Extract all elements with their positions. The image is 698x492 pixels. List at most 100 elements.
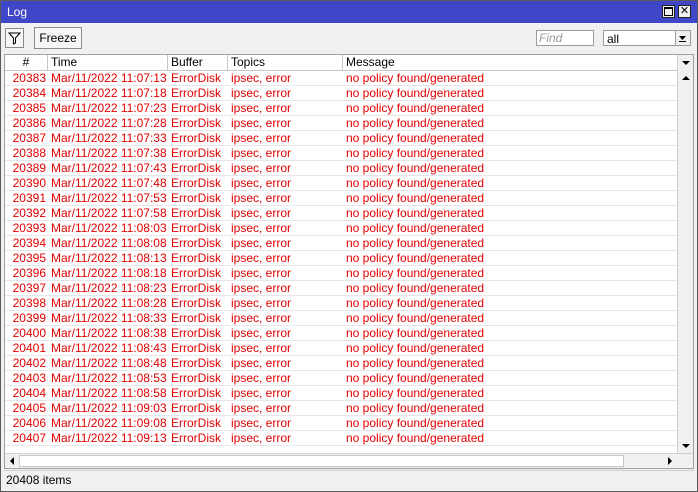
- horizontal-scroll-thumb[interactable]: [19, 455, 624, 467]
- horizontal-scrollbar[interactable]: [5, 453, 693, 468]
- column-header-message[interactable]: Message: [343, 55, 677, 70]
- cell-message: no policy found/generated: [346, 116, 485, 130]
- table-row[interactable]: 20399 Mar/11/2022 11:08:33 ErrorDisk ipsec,…: [5, 311, 677, 326]
- dropdown-arrow-icon[interactable]: [675, 31, 690, 45]
- cell-time: Mar/11/2022 11:07:18: [51, 86, 167, 100]
- cell-message: no policy found/generated: [346, 191, 485, 205]
- title-bar[interactable]: Log ✕: [1, 1, 697, 23]
- cell-message: no policy found/generated: [346, 266, 485, 280]
- cell-message: no policy found/generated: [346, 251, 485, 265]
- table-row[interactable]: 20386 Mar/11/2022 11:07:28 ErrorDisk ipsec,…: [5, 116, 677, 131]
- cell-message: no policy found/generated: [346, 176, 485, 190]
- cell-time: Mar/11/2022 11:08:18: [51, 266, 167, 280]
- table-row[interactable]: 20391 Mar/11/2022 11:07:53 ErrorDisk ipsec,…: [5, 191, 677, 206]
- table-row[interactable]: 20398 Mar/11/2022 11:08:28 ErrorDisk ipsec,…: [5, 296, 677, 311]
- cell-message: no policy found/generated: [346, 236, 485, 250]
- cell-time: Mar/11/2022 11:08:23: [51, 281, 167, 295]
- window-title: Log: [7, 5, 28, 19]
- cell-time: Mar/11/2022 11:07:33: [51, 131, 167, 145]
- table-header: # Time Buffer Topics Message: [5, 55, 677, 71]
- table-row[interactable]: 20395 Mar/11/2022 11:08:13 ErrorDisk ipsec,…: [5, 251, 677, 266]
- scroll-right-icon[interactable]: [663, 454, 677, 468]
- cell-message: no policy found/generated: [346, 326, 485, 340]
- cell-message: no policy found/generated: [346, 161, 485, 175]
- vertical-scrollbar[interactable]: [677, 55, 693, 453]
- cell-num: 20397: [12, 281, 46, 295]
- table-row[interactable]: 20404 Mar/11/2022 11:08:58 ErrorDisk ipsec,…: [5, 386, 677, 401]
- vertical-scroll-thumb[interactable]: [679, 85, 692, 437]
- cell-buffer: ErrorDisk: [171, 356, 221, 370]
- cell-buffer: ErrorDisk: [171, 311, 221, 325]
- cell-message: no policy found/generated: [346, 71, 485, 85]
- cell-topics: ipsec, error: [231, 386, 292, 400]
- find-input[interactable]: [536, 30, 594, 46]
- column-header-buffer[interactable]: Buffer: [168, 55, 228, 70]
- cell-topics: ipsec, error: [231, 311, 292, 325]
- cell-num: 20400: [12, 326, 46, 340]
- cell-buffer: ErrorDisk: [171, 401, 221, 415]
- close-icon[interactable]: ✕: [678, 5, 691, 18]
- cell-time: Mar/11/2022 11:08:08: [51, 236, 167, 250]
- table-row[interactable]: 20393 Mar/11/2022 11:08:03 ErrorDisk ipsec,…: [5, 221, 677, 236]
- cell-time: Mar/11/2022 11:07:23: [51, 101, 167, 115]
- cell-num: 20399: [12, 311, 46, 325]
- table-row[interactable]: 20389 Mar/11/2022 11:07:43 ErrorDisk ipsec,…: [5, 161, 677, 176]
- table-row[interactable]: 20405 Mar/11/2022 11:09:03 ErrorDisk ipsec,…: [5, 401, 677, 416]
- cell-num: 20405: [12, 401, 46, 415]
- cell-buffer: ErrorDisk: [171, 386, 221, 400]
- cell-buffer: ErrorDisk: [171, 341, 221, 355]
- cell-message: no policy found/generated: [346, 431, 485, 445]
- cell-buffer: ErrorDisk: [171, 131, 221, 145]
- table-row[interactable]: 20385 Mar/11/2022 11:07:23 ErrorDisk ipsec,…: [5, 101, 677, 116]
- cell-topics: ipsec, error: [231, 86, 292, 100]
- freeze-button[interactable]: Freeze: [34, 27, 82, 49]
- table-row[interactable]: 20388 Mar/11/2022 11:07:38 ErrorDisk ipsec,…: [5, 146, 677, 161]
- cell-time: Mar/11/2022 11:08:03: [51, 221, 167, 235]
- cell-message: no policy found/generated: [346, 206, 485, 220]
- table-row[interactable]: 20397 Mar/11/2022 11:08:23 ErrorDisk ipsec,…: [5, 281, 677, 296]
- column-header-time[interactable]: Time: [48, 55, 168, 70]
- log-table: # Time Buffer Topics Message 20383 Mar/11…: [4, 54, 694, 469]
- column-header-topics[interactable]: Topics: [228, 55, 343, 70]
- column-header-num[interactable]: #: [5, 55, 48, 70]
- scroll-down-icon[interactable]: [678, 439, 693, 453]
- cell-topics: ipsec, error: [231, 101, 292, 115]
- column-menu-icon[interactable]: [678, 55, 693, 70]
- table-row[interactable]: 20403 Mar/11/2022 11:08:53 ErrorDisk ipsec,…: [5, 371, 677, 386]
- table-row[interactable]: 20384 Mar/11/2022 11:07:18 ErrorDisk ipsec,…: [5, 86, 677, 101]
- table-row[interactable]: 20407 Mar/11/2022 11:09:13 ErrorDisk ipsec,…: [5, 431, 677, 446]
- cell-time: Mar/11/2022 11:09:13: [51, 431, 167, 445]
- table-row[interactable]: 20406 Mar/11/2022 11:09:08 ErrorDisk ipsec,…: [5, 416, 677, 431]
- topic-filter-select[interactable]: all: [603, 30, 691, 46]
- table-row[interactable]: 20392 Mar/11/2022 11:07:58 ErrorDisk ipsec,…: [5, 206, 677, 221]
- scroll-left-icon[interactable]: [5, 454, 19, 468]
- cell-time: Mar/11/2022 11:07:43: [51, 161, 167, 175]
- cell-num: 20396: [12, 266, 46, 280]
- cell-time: Mar/11/2022 11:07:28: [51, 116, 167, 130]
- table-row[interactable]: 20387 Mar/11/2022 11:07:33 ErrorDisk ipsec,…: [5, 131, 677, 146]
- cell-topics: ipsec, error: [231, 401, 292, 415]
- cell-num: 20398: [12, 296, 46, 310]
- cell-buffer: ErrorDisk: [171, 236, 221, 250]
- maximize-icon[interactable]: [662, 5, 675, 18]
- filter-button[interactable]: [5, 28, 24, 48]
- cell-num: 20388: [12, 146, 46, 160]
- table-row[interactable]: 20400 Mar/11/2022 11:08:38 ErrorDisk ipsec,…: [5, 326, 677, 341]
- cell-message: no policy found/generated: [346, 131, 485, 145]
- table-row[interactable]: 20394 Mar/11/2022 11:08:08 ErrorDisk ipsec,…: [5, 236, 677, 251]
- scroll-up-icon[interactable]: [678, 71, 693, 85]
- cell-message: no policy found/generated: [346, 221, 485, 235]
- cell-time: Mar/11/2022 11:09:08: [51, 416, 167, 430]
- cell-buffer: ErrorDisk: [171, 206, 221, 220]
- cell-time: Mar/11/2022 11:07:58: [51, 206, 167, 220]
- table-row[interactable]: 20390 Mar/11/2022 11:07:48 ErrorDisk ipsec,…: [5, 176, 677, 191]
- cell-time: Mar/11/2022 11:07:38: [51, 146, 167, 160]
- table-row[interactable]: 20383 Mar/11/2022 11:07:13 ErrorDisk ipsec,…: [5, 71, 677, 86]
- table-row[interactable]: 20401 Mar/11/2022 11:08:43 ErrorDisk ipsec,…: [5, 341, 677, 356]
- cell-num: 20385: [12, 101, 46, 115]
- table-row[interactable]: 20396 Mar/11/2022 11:08:18 ErrorDisk ipsec,…: [5, 266, 677, 281]
- cell-num: 20406: [12, 416, 46, 430]
- cell-topics: ipsec, error: [231, 356, 292, 370]
- cell-message: no policy found/generated: [346, 341, 485, 355]
- table-row[interactable]: 20402 Mar/11/2022 11:08:48 ErrorDisk ipsec,…: [5, 356, 677, 371]
